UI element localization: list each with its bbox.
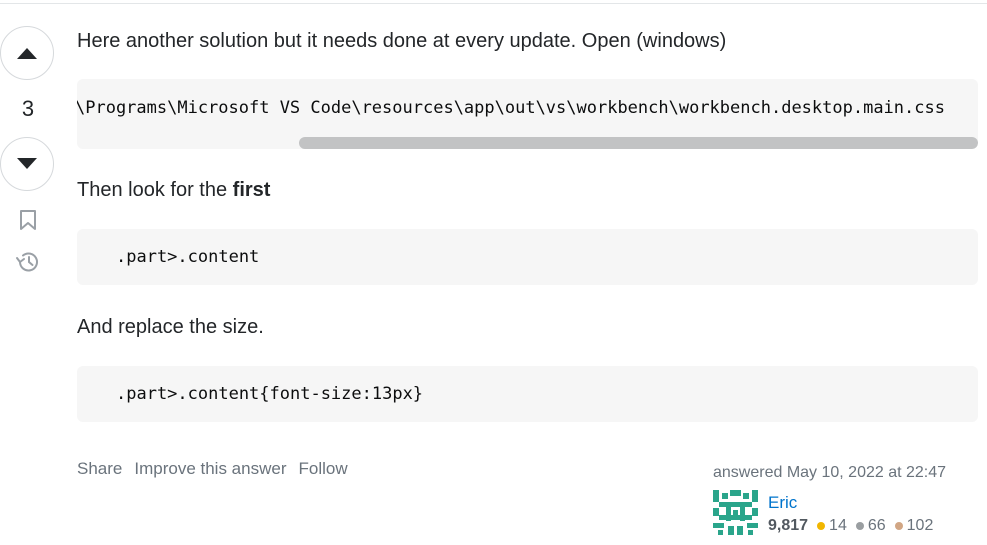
upvote-button[interactable] [0, 26, 54, 80]
code-block-rule: .part>.content{font-size:13px} [77, 366, 978, 422]
paragraph-replace: And replace the size. [77, 316, 264, 338]
vote-count: 3 [21, 96, 35, 121]
bronze-badge-count: 102 [906, 517, 934, 534]
answered-timestamp[interactable]: answered May 10, 2022 at 22:47 [713, 464, 946, 482]
timeline-button[interactable] [15, 249, 41, 275]
paragraph-intro: Here another solution but it needs done … [77, 30, 727, 52]
silver-badge-count: 66 [867, 517, 886, 534]
bookmark-button[interactable] [15, 207, 41, 233]
user-stats: 9,817 14 66 102 [768, 517, 942, 535]
avatar[interactable] [713, 490, 758, 535]
improve-answer-link[interactable]: Improve this answer [134, 459, 286, 478]
code-rule-text: .part>.content{font-size:13px} [116, 384, 424, 404]
code-selector-text: .part>.content [116, 247, 260, 267]
gold-badge-count: 14 [829, 517, 847, 534]
gold-badge-icon [817, 522, 826, 530]
top-divider [0, 3, 987, 4]
gold-badges: 14 [817, 517, 847, 535]
silver-badge-icon [855, 522, 864, 530]
user-card: answered May 10, 2022 at 22:47 Eric 9,81… [713, 464, 973, 539]
code-block-path: \Programs\Microsoft VS Code\resources\ap… [77, 79, 978, 149]
paragraph-look-for-bold: first [232, 179, 271, 201]
downvote-button[interactable] [0, 137, 54, 191]
bronze-badge-icon [894, 522, 903, 530]
history-icon [16, 252, 38, 272]
code-block-selector: .part>.content [77, 229, 978, 285]
arrow-down-icon [17, 158, 37, 169]
user-name-link[interactable]: Eric [768, 493, 797, 513]
paragraph-look-for: Then look for the first [77, 177, 270, 203]
identicon-icon [713, 490, 758, 535]
bronze-badges: 102 [894, 517, 934, 535]
horizontal-scrollbar[interactable] [299, 137, 978, 149]
reputation-score: 9,817 [768, 517, 809, 534]
bookmark-icon [20, 210, 36, 230]
share-link[interactable]: Share [77, 459, 122, 478]
code-path-text: \Programs\Microsoft VS Code\resources\ap… [77, 98, 945, 118]
vote-column: 3 [0, 0, 56, 300]
follow-link[interactable]: Follow [299, 459, 348, 478]
post-menu: Share Improve this answer Follow [77, 459, 360, 479]
paragraph-look-for-text: Then look for the [77, 179, 233, 201]
silver-badges: 66 [855, 517, 886, 535]
arrow-up-icon [17, 48, 37, 59]
